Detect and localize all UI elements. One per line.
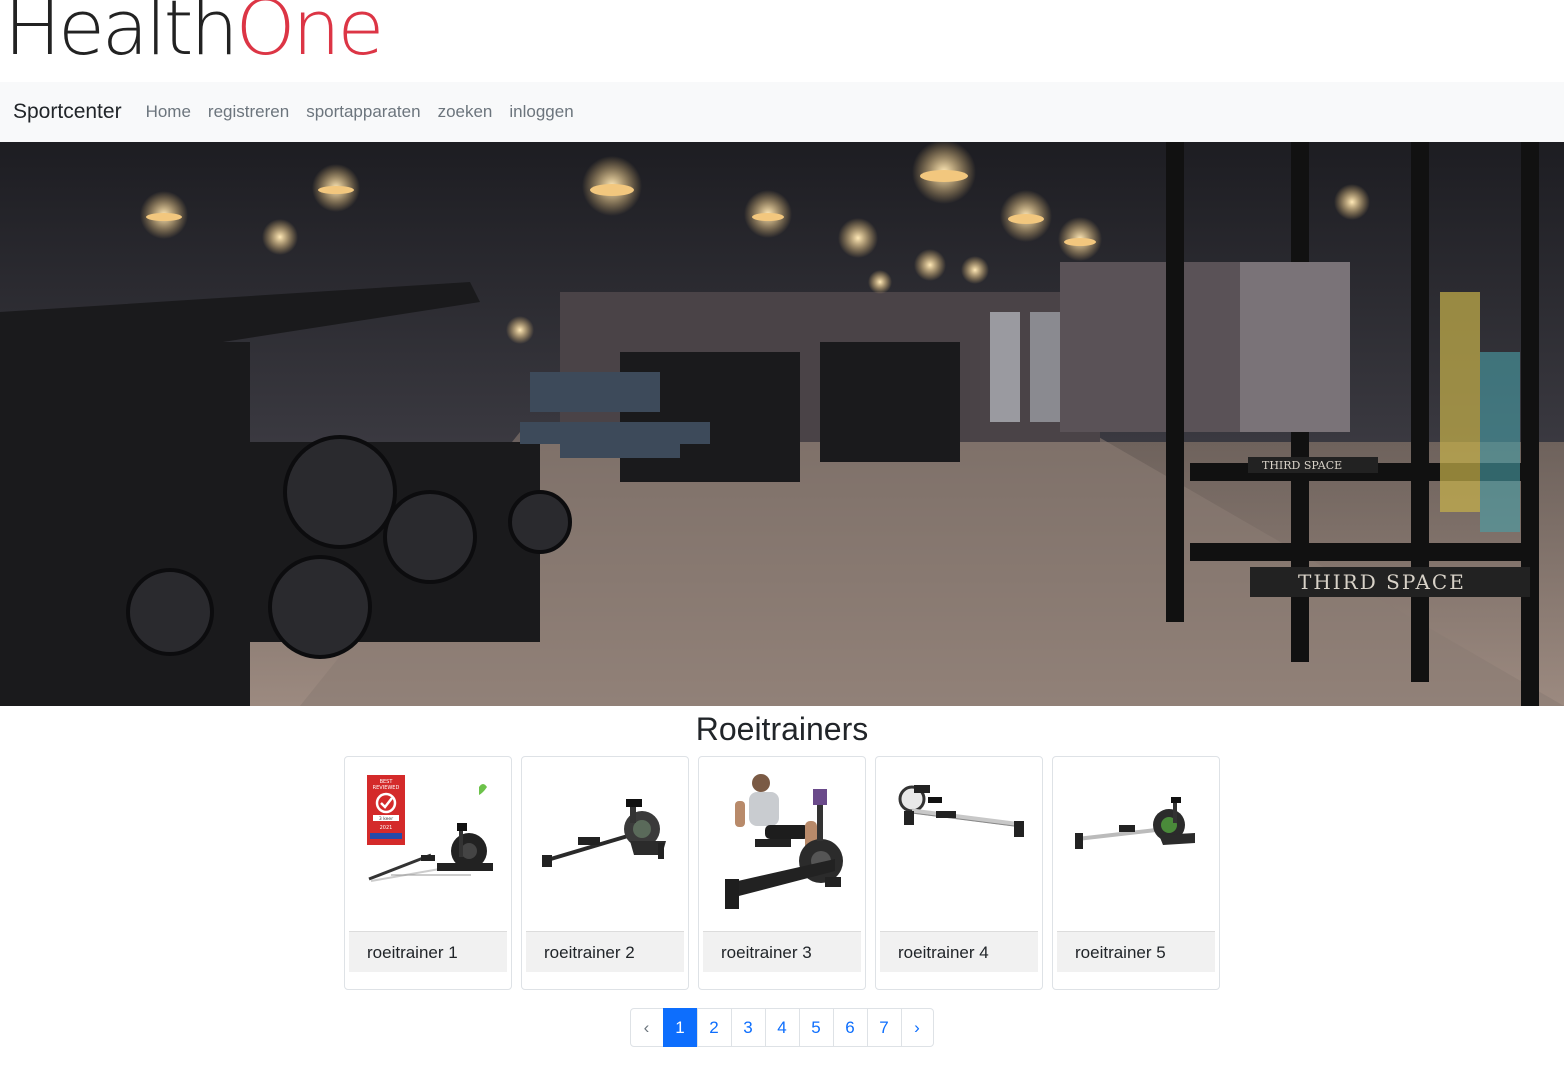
- pagination-prev[interactable]: ‹: [629, 1008, 664, 1047]
- site-logo: HealthOne: [0, 0, 1564, 82]
- product-label: roeitrainer 4: [880, 931, 1038, 972]
- pagination-next[interactable]: ›: [900, 1008, 934, 1047]
- hero-sign-2: THIRD SPACE: [1262, 459, 1342, 472]
- nav-link-home[interactable]: Home: [146, 102, 191, 122]
- product-image: [715, 771, 851, 917]
- pagination-page-7[interactable]: 7: [866, 1008, 902, 1047]
- product-image: [538, 771, 674, 917]
- pagination-page-3[interactable]: 3: [730, 1008, 766, 1047]
- nav-link-registreren[interactable]: registreren: [208, 102, 289, 122]
- product-label: roeitrainer 2: [526, 931, 684, 972]
- product-label: roeitrainer 3: [703, 931, 861, 972]
- product-grid: BEST REVIEWED 3 keer 2021 roeitrainer 1 …: [0, 756, 1564, 990]
- logo-health: Health: [4, 0, 239, 72]
- pagination-page-4[interactable]: 4: [764, 1008, 800, 1047]
- hero-gym-image: THIRD SPACE THIRD SPACE: [0, 142, 1564, 706]
- pagination-page-5[interactable]: 5: [798, 1008, 834, 1047]
- product-image: [892, 771, 1028, 917]
- product-image: [1069, 771, 1205, 917]
- product-image: BEST REVIEWED 3 keer 2021: [361, 771, 497, 917]
- nav-link-sportapparaten[interactable]: sportapparaten: [306, 102, 420, 122]
- product-label: roeitrainer 5: [1057, 931, 1215, 972]
- pagination-page-2[interactable]: 2: [696, 1008, 732, 1047]
- pagination-page-6[interactable]: 6: [832, 1008, 868, 1047]
- navbar: Sportcenter Home registreren sportappara…: [0, 82, 1564, 142]
- badge-line-3: 3 keer: [379, 816, 393, 822]
- product-card[interactable]: BEST REVIEWED 3 keer 2021 roeitrainer 1: [344, 756, 512, 990]
- product-card[interactable]: roeitrainer 5: [1052, 756, 1220, 990]
- pagination-page-1[interactable]: 1: [662, 1008, 698, 1047]
- nav-link-zoeken[interactable]: zoeken: [438, 102, 493, 122]
- logo-one: One: [235, 0, 385, 72]
- pagination: ‹ 1 2 3 4 5 6 7 ›: [0, 1008, 1564, 1047]
- hero-sign-1: THIRD SPACE: [1298, 570, 1466, 594]
- product-card[interactable]: roeitrainer 3: [698, 756, 866, 990]
- badge-line-4: 2021: [380, 825, 393, 831]
- badge-line-2: REVIEWED: [373, 785, 400, 791]
- gym-illustration: THIRD SPACE THIRD SPACE: [0, 142, 1564, 706]
- product-card[interactable]: roeitrainer 2: [521, 756, 689, 990]
- product-label: roeitrainer 1: [349, 931, 507, 972]
- nav-link-inloggen[interactable]: inloggen: [509, 102, 573, 122]
- section-title: Roeitrainers: [695, 711, 869, 747]
- product-card[interactable]: roeitrainer 4: [875, 756, 1043, 990]
- navbar-brand[interactable]: Sportcenter: [13, 100, 122, 124]
